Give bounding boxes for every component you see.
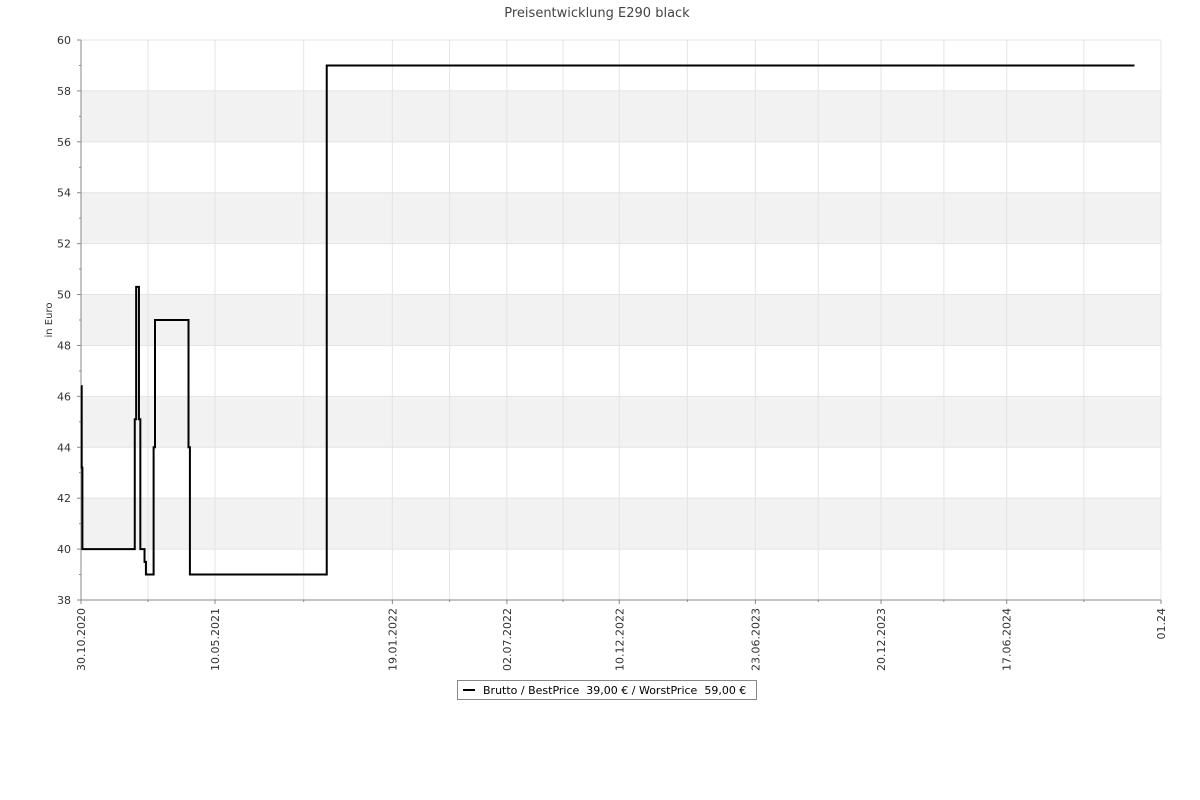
legend: Brutto / BestPrice 39,00 € / WorstPrice … <box>457 680 758 700</box>
y-tick-label: 52 <box>57 238 71 251</box>
y-tick-label: 56 <box>57 136 71 149</box>
band <box>81 396 1161 448</box>
y-tick-label: 44 <box>57 441 71 454</box>
x-tick-label: 17.06.2024 <box>1001 608 1014 671</box>
x-tick-label: 01.24 <box>1155 608 1168 640</box>
y-tick-label: 46 <box>57 390 71 403</box>
x-tick-label: 02.07.2022 <box>501 608 514 671</box>
background-bands <box>81 90 1161 550</box>
y-axis-ticks: 38 40 42 44 46 48 50 52 54 56 58 60 <box>57 34 81 607</box>
band <box>81 294 1161 346</box>
x-axis-ticks: 30.10.2020 10.05.2021 19.01.2022 02.07.2022… <box>75 600 1168 671</box>
legend-label: Brutto / BestPrice 39,00 € / WorstPrice … <box>483 683 747 697</box>
x-tick-label: 19.01.2022 <box>386 608 399 671</box>
legend-swatch <box>463 689 475 691</box>
x-tick-label: 10.05.2021 <box>209 608 222 671</box>
y-axis-label: in Euro <box>44 303 55 338</box>
band <box>81 90 1161 142</box>
y-tick-label: 48 <box>57 339 71 352</box>
y-tick-label: 38 <box>57 594 71 607</box>
x-tick-label: 20.12.2023 <box>875 608 888 671</box>
y-tick-label: 50 <box>57 289 71 302</box>
y-tick-label: 40 <box>57 543 71 556</box>
y-tick-label: 60 <box>57 34 71 47</box>
x-tick-label: 30.10.2020 <box>75 608 88 671</box>
x-tick-label: 10.12.2022 <box>613 608 626 671</box>
y-tick-label: 54 <box>57 187 71 200</box>
y-tick-label: 58 <box>57 85 71 98</box>
band <box>81 498 1161 550</box>
x-tick-label: 23.06.2023 <box>749 608 762 671</box>
band <box>81 192 1161 244</box>
chart-title: Preisentwicklung E290 black <box>504 6 690 21</box>
y-tick-label: 42 <box>57 492 71 505</box>
